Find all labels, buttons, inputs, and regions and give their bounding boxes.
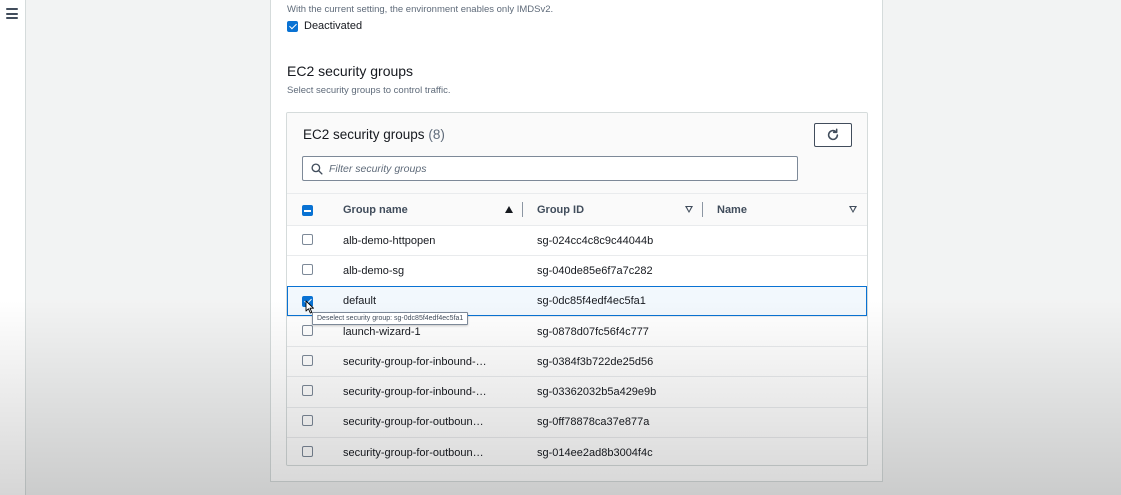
filter-field[interactable] xyxy=(302,156,798,181)
side-navigation-rail xyxy=(0,0,26,495)
name-cell xyxy=(703,226,867,256)
imds-deactivated-label: Deactivated xyxy=(304,20,363,32)
imds-deactivated-checkbox[interactable] xyxy=(287,20,298,32)
group-id-cell: sg-024cc4c8c9c44044b xyxy=(537,234,654,247)
group-id-cell: sg-040de85e6f7a7c282 xyxy=(537,264,653,277)
row-checkbox[interactable] xyxy=(302,263,313,275)
name-cell xyxy=(703,347,867,377)
group-name-cell: security-group-for-outboun… xyxy=(343,416,484,429)
sort-icon[interactable] xyxy=(685,206,693,213)
mouse-pointer-icon xyxy=(305,300,314,314)
group-id-cell: sg-0ff78878ca37e877a xyxy=(537,416,650,429)
security-groups-table: Group name Group ID Name alb-demo-httpop… xyxy=(287,193,867,465)
section-title: EC2 security groups xyxy=(287,63,414,79)
row-checkbox[interactable] xyxy=(302,415,313,427)
row-checkbox[interactable] xyxy=(302,385,313,397)
hamburger-icon[interactable] xyxy=(6,8,18,19)
name-cell xyxy=(703,377,867,407)
table-row[interactable]: security-group-for-outboun… sg-014ee2ad8… xyxy=(287,437,867,465)
filter-security-groups-input[interactable] xyxy=(329,162,779,175)
row-checkbox[interactable] xyxy=(302,354,313,366)
deselect-tooltip: Deselect security group: sg-0dc85f4edf4e… xyxy=(312,312,469,325)
group-name-cell: alb-demo-httpopen xyxy=(343,234,436,247)
table-title: EC2 security groups (8) xyxy=(303,127,445,142)
table-row[interactable]: security-group-for-inbound-… sg-03362032… xyxy=(287,376,867,408)
select-all-checkbox[interactable] xyxy=(302,205,313,217)
group-id-cell: sg-0878d07fc56f4c777 xyxy=(537,325,649,338)
group-id-header-label: Group ID xyxy=(537,203,585,216)
sort-ascending-icon[interactable] xyxy=(505,206,513,213)
name-cell xyxy=(703,316,867,346)
name-cell xyxy=(703,438,867,465)
group-id-cell: sg-0384f3b722de25d56 xyxy=(537,355,654,368)
name-cell xyxy=(703,256,867,286)
row-checkbox[interactable] xyxy=(302,233,313,245)
table-row[interactable]: alb-demo-httpopen sg-024cc4c8c9c44044b xyxy=(287,225,867,256)
refresh-button[interactable] xyxy=(814,123,852,147)
table-row[interactable]: security-group-for-inbound-… sg-0384f3b7… xyxy=(287,346,867,377)
environment-config-panel: With the current setting, the environmen… xyxy=(270,0,883,482)
group-name-cell: security-group-for-inbound-… xyxy=(343,386,487,399)
group-id-cell: sg-014ee2ad8b3004f4c xyxy=(537,446,653,459)
group-name-header-label: Group name xyxy=(343,203,408,216)
table-count: (8) xyxy=(428,127,445,142)
row-checkbox[interactable] xyxy=(302,324,313,336)
column-header-group-name[interactable]: Group name xyxy=(343,194,523,226)
column-header-group-id[interactable]: Group ID xyxy=(523,194,703,226)
security-groups-table-container: EC2 security groups (8) Filter security … xyxy=(286,112,868,466)
group-name-cell: security-group-for-inbound-… xyxy=(343,355,487,368)
table-row[interactable]: alb-demo-sg sg-040de85e6f7a7c282 xyxy=(287,255,867,287)
name-header-label: Name xyxy=(717,203,747,216)
group-name-cell: alb-demo-sg xyxy=(343,264,405,277)
row-checkbox[interactable] xyxy=(302,445,313,457)
group-name-cell: security-group-for-outboun… xyxy=(343,446,484,459)
select-all-cell xyxy=(287,194,343,226)
search-icon xyxy=(311,162,323,175)
table-title-text: EC2 security groups xyxy=(303,127,425,142)
group-id-cell: sg-0dc85f4edf4ec5fa1 xyxy=(523,286,703,317)
sort-icon[interactable] xyxy=(849,206,857,213)
refresh-icon xyxy=(827,128,839,141)
group-id-cell: sg-03362032b5a429e9b xyxy=(537,386,657,399)
table-row[interactable]: security-group-for-outboun… sg-0ff78878c… xyxy=(287,407,867,438)
imds-deactivated-option[interactable]: Deactivated xyxy=(287,20,362,32)
table-header-area: EC2 security groups (8) xyxy=(287,113,867,193)
column-header-name[interactable]: Name xyxy=(703,194,867,226)
name-cell xyxy=(703,407,867,437)
name-cell xyxy=(703,286,867,317)
imds-note: With the current setting, the environmen… xyxy=(287,4,554,15)
section-description: Select security groups to control traffi… xyxy=(287,85,451,96)
table-header-row: Group name Group ID Name xyxy=(287,193,867,226)
